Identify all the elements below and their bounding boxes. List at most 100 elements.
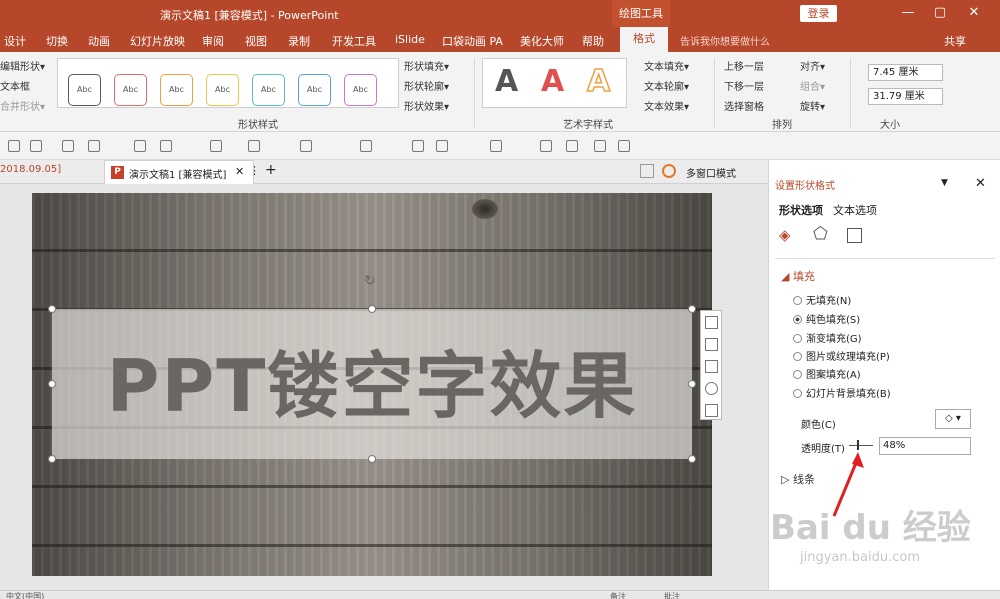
shape-style-3[interactable]: Abc — [160, 74, 193, 106]
send-backward-button[interactable]: 下移一层 — [724, 78, 764, 93]
wordart-style-3[interactable]: A — [586, 63, 611, 100]
radio-no-fill[interactable]: 无填充(N) — [793, 292, 851, 307]
eyedropper-icon[interactable] — [160, 140, 172, 152]
resize-handle-right[interactable] — [688, 380, 696, 388]
tab-shape-options[interactable]: 形状选项 — [779, 202, 823, 218]
expand-icon[interactable] — [705, 404, 718, 417]
brush-icon[interactable] — [594, 140, 606, 152]
share-button[interactable]: 共享 — [944, 33, 966, 49]
pin-icon[interactable] — [640, 164, 654, 178]
crop-icon[interactable] — [705, 360, 718, 373]
image-icon[interactable] — [540, 140, 552, 152]
shape-fill-button[interactable]: 形状填充▾ — [404, 58, 449, 73]
shape-style-2[interactable]: Abc — [114, 74, 147, 106]
tab-text-options[interactable]: 文本选项 — [833, 202, 877, 218]
radio-gradient-fill[interactable]: 渐变填充(G) — [793, 330, 862, 345]
text-box-button[interactable]: 文本框 — [0, 78, 30, 93]
shape-effect-button[interactable]: 形状效果▾ — [404, 98, 449, 113]
bring-forward-button[interactable]: 上移一层 — [724, 58, 764, 73]
radio-picture-fill[interactable]: 图片或纹理填充(P) — [793, 348, 890, 363]
group-button[interactable]: 组合▾ — [800, 78, 825, 93]
height-input[interactable]: 7.45 厘米 — [868, 64, 943, 81]
align-center-icon[interactable] — [30, 140, 42, 152]
tab-review[interactable]: 审阅 — [202, 33, 224, 49]
select-icon[interactable] — [618, 140, 630, 152]
resize-handle-bl[interactable] — [48, 455, 56, 463]
tab-beautify[interactable]: 美化大师 — [520, 33, 564, 49]
width-input[interactable]: 31.79 厘米 — [868, 88, 943, 105]
distribute-icon[interactable] — [490, 140, 502, 152]
selection-pane-button[interactable]: 选择窗格 — [724, 98, 764, 113]
tab-animations[interactable]: 动画 — [88, 33, 110, 49]
fill-bucket-icon[interactable] — [248, 140, 260, 152]
tab-more-icon[interactable]: ⋮ — [249, 164, 260, 177]
radio-pattern-fill[interactable]: 图案填充(A) — [793, 366, 861, 381]
line-section-header[interactable]: ▷ 线条 — [781, 471, 815, 487]
fill-section-header[interactable]: ◢ 填充 — [781, 268, 815, 284]
tab-pocket-animation[interactable]: 口袋动画 PA — [442, 33, 503, 49]
color-picker-button[interactable]: ◇ ▾ — [935, 409, 971, 429]
heart-icon[interactable] — [705, 382, 718, 395]
size-properties-icon[interactable] — [847, 228, 862, 243]
ungroup-icon[interactable] — [88, 140, 100, 152]
wordart-style-1[interactable]: A — [495, 64, 518, 99]
slide-title[interactable]: PPT镂空字效果 — [52, 327, 692, 432]
shapes-icon[interactable] — [705, 316, 718, 329]
text-fill-button[interactable]: 文本填充▾ — [644, 58, 689, 73]
crop-icon[interactable] — [134, 140, 146, 152]
grid-icon[interactable] — [412, 140, 424, 152]
pane-options-icon[interactable]: ▼ — [941, 178, 948, 188]
tab-design[interactable]: 设计 — [4, 33, 26, 49]
close-window-button[interactable]: ✕ — [964, 4, 984, 22]
paste-icon[interactable] — [566, 140, 578, 152]
doc-tab-previous[interactable]: 2018.09.05] — [0, 164, 61, 175]
color-swatch-icon[interactable] — [436, 140, 448, 152]
text-effect-button[interactable]: 文本效果▾ — [644, 98, 689, 113]
doc-tab-active[interactable]: P 演示文稿1 [兼容模式] ✕ — [104, 160, 254, 184]
shape-style-4[interactable]: Abc — [206, 74, 239, 106]
shape-outline-button[interactable]: 形状轮廓▾ — [404, 78, 449, 93]
resize-handle-left[interactable] — [48, 380, 56, 388]
radio-solid-fill[interactable]: 纯色填充(S) — [793, 311, 860, 326]
resize-handle-bottom[interactable] — [368, 455, 376, 463]
resize-handle-tl[interactable] — [48, 305, 56, 313]
resize-handle-tr[interactable] — [688, 305, 696, 313]
shape-style-1[interactable]: Abc — [68, 74, 101, 106]
pen-icon[interactable] — [300, 140, 312, 152]
multi-window-button[interactable]: 多窗口模式 — [686, 165, 736, 180]
settings-icon[interactable] — [662, 164, 676, 178]
edit-shape-button[interactable]: 编辑形状▾ — [0, 58, 45, 73]
tab-view[interactable]: 视图 — [245, 33, 267, 49]
transparency-input[interactable]: 48% — [879, 437, 971, 455]
shape-style-7[interactable]: Abc — [344, 74, 377, 106]
tab-islide[interactable]: iSlide — [395, 33, 425, 46]
align-button[interactable]: 对齐▾ — [800, 58, 825, 73]
picture-icon[interactable] — [705, 338, 718, 351]
tab-record[interactable]: 录制 — [288, 33, 310, 49]
tab-slideshow[interactable]: 幻灯片放映 — [130, 33, 185, 49]
shape-style-5[interactable]: Abc — [252, 74, 285, 106]
transparency-slider-thumb[interactable] — [857, 440, 859, 450]
login-button[interactable]: 登录 — [800, 5, 837, 22]
group-icon[interactable] — [62, 140, 74, 152]
shape-style-6[interactable]: Abc — [298, 74, 331, 106]
fill-line-icon[interactable]: ◈ — [779, 226, 791, 244]
pipette-icon[interactable] — [360, 140, 372, 152]
add-tab-icon[interactable]: + — [265, 162, 277, 178]
comments-button[interactable]: 批注 — [664, 591, 680, 599]
tab-transitions[interactable]: 切换 — [46, 33, 68, 49]
resize-handle-top[interactable] — [368, 305, 376, 313]
wordart-style-2[interactable]: A — [541, 64, 564, 99]
align-left-icon[interactable] — [8, 140, 20, 152]
tab-format[interactable]: 格式 — [620, 27, 668, 53]
shape-icon[interactable] — [210, 140, 222, 152]
close-tab-icon[interactable]: ✕ — [235, 165, 244, 178]
close-pane-icon[interactable]: ✕ — [975, 176, 986, 191]
resize-handle-br[interactable] — [688, 455, 696, 463]
tab-help[interactable]: 帮助 — [582, 33, 604, 49]
tab-developer[interactable]: 开发工具 — [332, 33, 376, 49]
minimize-button[interactable]: — — [898, 4, 918, 22]
effects-icon[interactable]: ⬠ — [813, 224, 828, 244]
tell-me-search[interactable]: 告诉我你想要做什么 — [680, 33, 770, 48]
radio-slide-bg-fill[interactable]: 幻灯片背景填充(B) — [793, 385, 891, 400]
